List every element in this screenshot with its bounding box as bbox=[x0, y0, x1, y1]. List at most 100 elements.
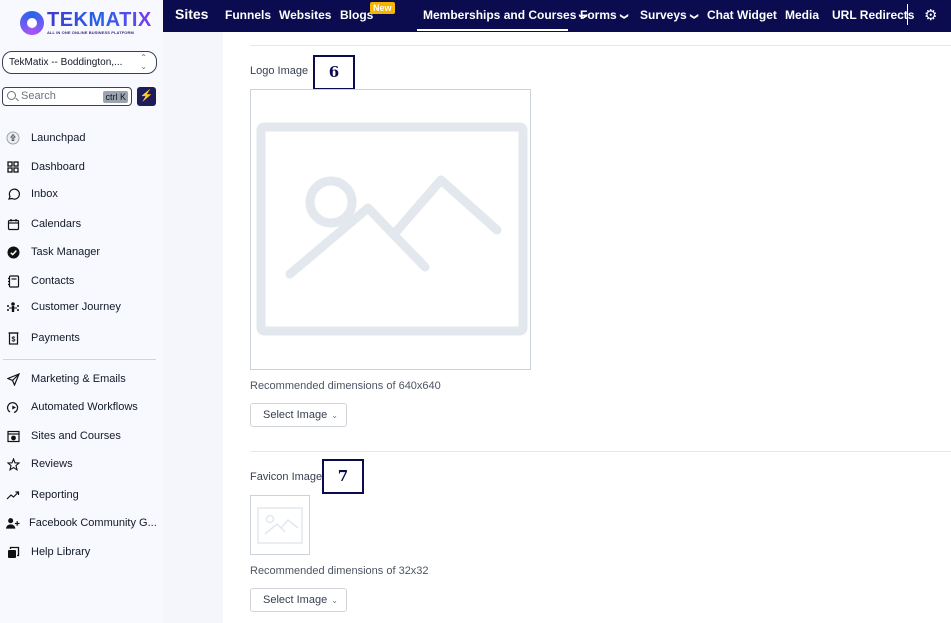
image-placeholder-icon bbox=[256, 122, 528, 336]
logo-image-hint: Recommended dimensions of 640x640 bbox=[250, 380, 441, 392]
search-input[interactable]: Search ctrl K bbox=[2, 87, 132, 106]
chevron-down-icon: ⌄ bbox=[331, 596, 338, 605]
sidebar-item-label: Reporting bbox=[31, 489, 79, 501]
sidebar-item-workflows[interactable]: Automated Workflows bbox=[0, 397, 160, 417]
button-label: Select Image bbox=[263, 594, 328, 606]
sidebar-item-sites-courses[interactable]: Sites and Courses bbox=[0, 426, 160, 446]
search-placeholder: Search bbox=[21, 90, 56, 102]
contact-book-icon bbox=[6, 274, 20, 288]
gear-icon[interactable]: ⚙ bbox=[924, 6, 937, 24]
tab-websites[interactable]: Websites bbox=[279, 8, 331, 22]
location-name: TekMatix -- Boddington,... bbox=[9, 57, 123, 68]
section-title: Sites bbox=[175, 6, 209, 22]
sidebar-item-facebook-community[interactable]: Facebook Community G... bbox=[0, 513, 160, 533]
grid-icon bbox=[6, 160, 20, 174]
main-content: Logo Image 6 Recommended dimensions of 6… bbox=[223, 32, 951, 623]
image-placeholder-icon bbox=[257, 507, 303, 544]
select-favicon-image-button[interactable]: Select Image ⌄ bbox=[250, 588, 347, 612]
sidebar-item-label: Automated Workflows bbox=[31, 401, 138, 413]
tab-label: Surveys bbox=[640, 8, 687, 22]
top-navigation: Sites Funnels Websites Blogs New Members… bbox=[163, 0, 951, 32]
logo-mark-icon bbox=[20, 10, 44, 35]
favicon-image-hint: Recommended dimensions of 32x32 bbox=[250, 565, 429, 577]
button-label: Select Image bbox=[263, 409, 328, 421]
sidebar-item-task-manager[interactable]: Task Manager bbox=[0, 242, 160, 262]
tab-media[interactable]: Media bbox=[785, 8, 819, 22]
sidebar-item-label: Reviews bbox=[31, 458, 73, 470]
tab-blogs[interactable]: Blogs bbox=[340, 8, 373, 22]
logo-name: TEKMATIX bbox=[47, 9, 152, 31]
trend-icon bbox=[6, 488, 20, 502]
library-icon bbox=[6, 545, 20, 559]
sidebar-item-inbox[interactable]: Inbox bbox=[0, 184, 160, 204]
workflow-icon bbox=[6, 400, 20, 414]
tab-label: Memberships and Courses bbox=[423, 8, 577, 22]
annotation-marker: 7 bbox=[322, 459, 364, 494]
sidebar-item-label: Customer Journey bbox=[31, 301, 121, 313]
sidebar-item-calendars[interactable]: Calendars bbox=[0, 214, 160, 234]
tab-label: Forms bbox=[580, 8, 617, 22]
sidebar-item-label: Payments bbox=[31, 332, 80, 344]
bolt-icon: ⚡ bbox=[139, 90, 154, 102]
sidebar-item-label: Contacts bbox=[31, 275, 75, 287]
search-shortcut: ctrl K bbox=[103, 91, 128, 103]
invoice-icon: $ bbox=[6, 331, 20, 345]
sidebar-item-customer-journey[interactable]: Customer Journey bbox=[0, 297, 160, 317]
check-circle-icon bbox=[6, 245, 20, 259]
section-divider bbox=[250, 451, 951, 452]
sidebar-item-label: Inbox bbox=[31, 188, 58, 200]
select-logo-image-button[interactable]: Select Image ⌄ bbox=[250, 403, 347, 427]
sidebar: TEKMATIX ALL IN ONE ONLINE BUSINESS PLAT… bbox=[0, 0, 163, 623]
updown-chevron-icon: ⌃ ⌄ bbox=[140, 53, 147, 71]
rocket-icon bbox=[6, 131, 20, 145]
logo-image-preview[interactable] bbox=[250, 89, 531, 370]
chat-bubble-icon bbox=[6, 187, 20, 201]
sidebar-item-reporting[interactable]: Reporting bbox=[0, 485, 160, 505]
tab-chat-widget[interactable]: Chat Widget bbox=[707, 8, 777, 22]
quick-action-button[interactable]: ⚡ bbox=[137, 87, 156, 106]
add-user-icon bbox=[6, 516, 20, 530]
section-divider bbox=[250, 45, 951, 46]
chevron-down-icon: ❯ bbox=[689, 13, 699, 20]
sidebar-item-label: Sites and Courses bbox=[31, 430, 121, 442]
sidebar-item-label: Dashboard bbox=[31, 161, 85, 173]
tab-forms[interactable]: Forms ❯ bbox=[580, 8, 629, 22]
journey-icon bbox=[6, 300, 20, 314]
sidebar-item-dashboard[interactable]: Dashboard bbox=[0, 157, 160, 177]
search-icon bbox=[7, 91, 16, 100]
sidebar-item-label: Calendars bbox=[31, 218, 82, 230]
favicon-image-label: Favicon Image bbox=[250, 471, 323, 483]
topbar-separator bbox=[907, 4, 908, 25]
tab-funnels[interactable]: Funnels bbox=[225, 8, 271, 22]
site-icon bbox=[6, 429, 20, 443]
sidebar-item-launchpad[interactable]: Launchpad bbox=[0, 128, 160, 148]
annotation-marker: 6 bbox=[313, 55, 355, 90]
send-icon bbox=[6, 372, 20, 386]
svg-text:$: $ bbox=[11, 336, 15, 343]
tab-memberships-courses[interactable]: Memberships and Courses ❯ bbox=[423, 8, 588, 22]
sidebar-item-reviews[interactable]: Reviews bbox=[0, 454, 160, 474]
star-icon bbox=[6, 457, 20, 471]
sidebar-item-label: Task Manager bbox=[31, 246, 101, 258]
logo-image-label: Logo Image bbox=[250, 65, 309, 77]
sidebar-item-label: Launchpad bbox=[31, 132, 86, 144]
sidebar-item-help-library[interactable]: Help Library bbox=[0, 542, 160, 562]
chevron-down-icon: ⌄ bbox=[331, 411, 338, 420]
content-gutter bbox=[163, 32, 223, 623]
sidebar-item-label: Marketing & Emails bbox=[31, 373, 126, 385]
brand-logo[interactable]: TEKMATIX ALL IN ONE ONLINE BUSINESS PLAT… bbox=[20, 10, 152, 35]
sidebar-item-label: Help Library bbox=[31, 546, 91, 558]
tab-url-redirects[interactable]: URL Redirects bbox=[832, 8, 914, 22]
new-badge: New bbox=[370, 2, 395, 14]
sidebar-item-marketing[interactable]: Marketing & Emails bbox=[0, 369, 160, 389]
calendar-icon bbox=[6, 217, 20, 231]
chevron-down-icon: ❯ bbox=[619, 13, 629, 20]
sidebar-item-contacts[interactable]: Contacts bbox=[0, 271, 160, 291]
favicon-image-preview[interactable] bbox=[250, 495, 310, 555]
active-tab-indicator bbox=[417, 29, 568, 31]
location-switcher[interactable]: TekMatix -- Boddington,... ⌃ ⌄ bbox=[2, 51, 157, 74]
sidebar-divider bbox=[3, 359, 156, 360]
sidebar-item-payments[interactable]: $ Payments bbox=[0, 328, 160, 348]
tab-surveys[interactable]: Surveys ❯ bbox=[640, 8, 699, 22]
sidebar-item-label: Facebook Community G... bbox=[29, 517, 157, 529]
